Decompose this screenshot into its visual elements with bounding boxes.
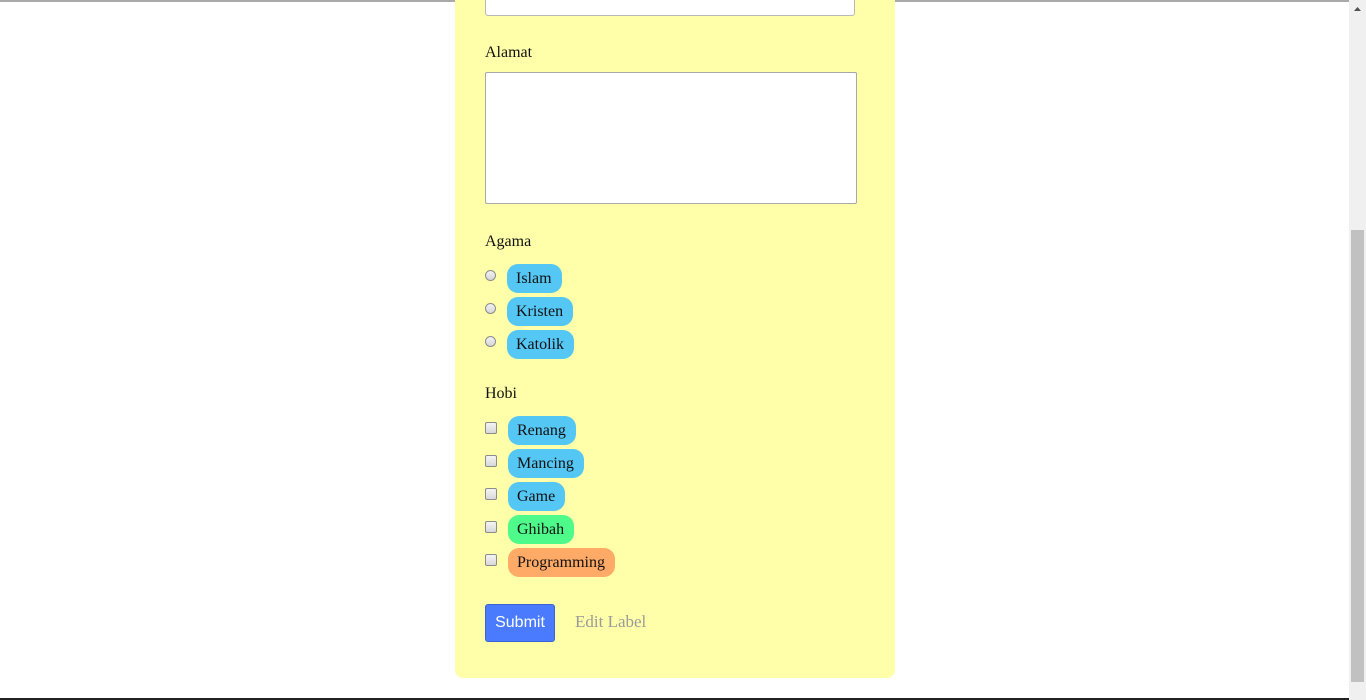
agama-option-kristen[interactable]: Kristen <box>485 296 574 326</box>
hobi-pill-mancing[interactable]: Mancing <box>508 448 584 478</box>
alamat-label: Alamat <box>485 44 533 61</box>
previous-input-field[interactable] <box>485 0 855 16</box>
submit-button[interactable]: Submit <box>485 604 555 642</box>
agama-option-islam[interactable]: Islam <box>485 263 562 293</box>
hobi-pill-game[interactable]: Game <box>508 481 566 511</box>
radio-button-kristen[interactable] <box>485 303 496 314</box>
browser-viewport: Alamat Agama Islam Kristen Katolik Hobi … <box>0 0 1366 700</box>
radio-button-islam[interactable] <box>485 270 496 281</box>
hobi-option-renang[interactable]: Renang <box>485 415 576 445</box>
vertical-scrollbar[interactable] <box>1349 0 1366 700</box>
checkbox-programming[interactable] <box>485 553 497 566</box>
hobi-pill-renang[interactable]: Renang <box>508 415 576 445</box>
hobi-option-programming[interactable]: Programming <box>485 547 615 577</box>
hobi-option-mancing[interactable]: Mancing <box>485 448 584 478</box>
hobi-label: Hobi <box>485 385 517 402</box>
scroll-up-arrow-icon[interactable] <box>1349 0 1366 17</box>
agama-label: Agama <box>485 233 532 250</box>
checkbox-mancing[interactable] <box>485 454 497 467</box>
edit-label-link[interactable]: Edit Label <box>575 612 646 632</box>
hobi-pill-programming[interactable]: Programming <box>508 547 615 577</box>
agama-pill-katolik[interactable]: Katolik <box>507 329 574 359</box>
agama-pill-kristen[interactable]: Kristen <box>507 296 574 326</box>
hobi-option-ghibah[interactable]: Ghibah <box>485 514 575 544</box>
alamat-textarea[interactable] <box>485 72 857 204</box>
radio-button-katolik[interactable] <box>485 336 496 347</box>
scrollbar-thumb[interactable] <box>1351 230 1364 682</box>
checkbox-ghibah[interactable] <box>485 520 497 533</box>
hobi-pill-ghibah[interactable]: Ghibah <box>508 514 575 544</box>
checkbox-game[interactable] <box>485 487 497 500</box>
checkbox-renang[interactable] <box>485 421 497 434</box>
agama-pill-islam[interactable]: Islam <box>507 263 562 293</box>
form-card: Alamat Agama Islam Kristen Katolik Hobi … <box>455 0 895 678</box>
agama-option-katolik[interactable]: Katolik <box>485 329 574 359</box>
scroll-down-arrow-icon[interactable] <box>1349 682 1366 700</box>
hobi-option-game[interactable]: Game <box>485 481 566 511</box>
